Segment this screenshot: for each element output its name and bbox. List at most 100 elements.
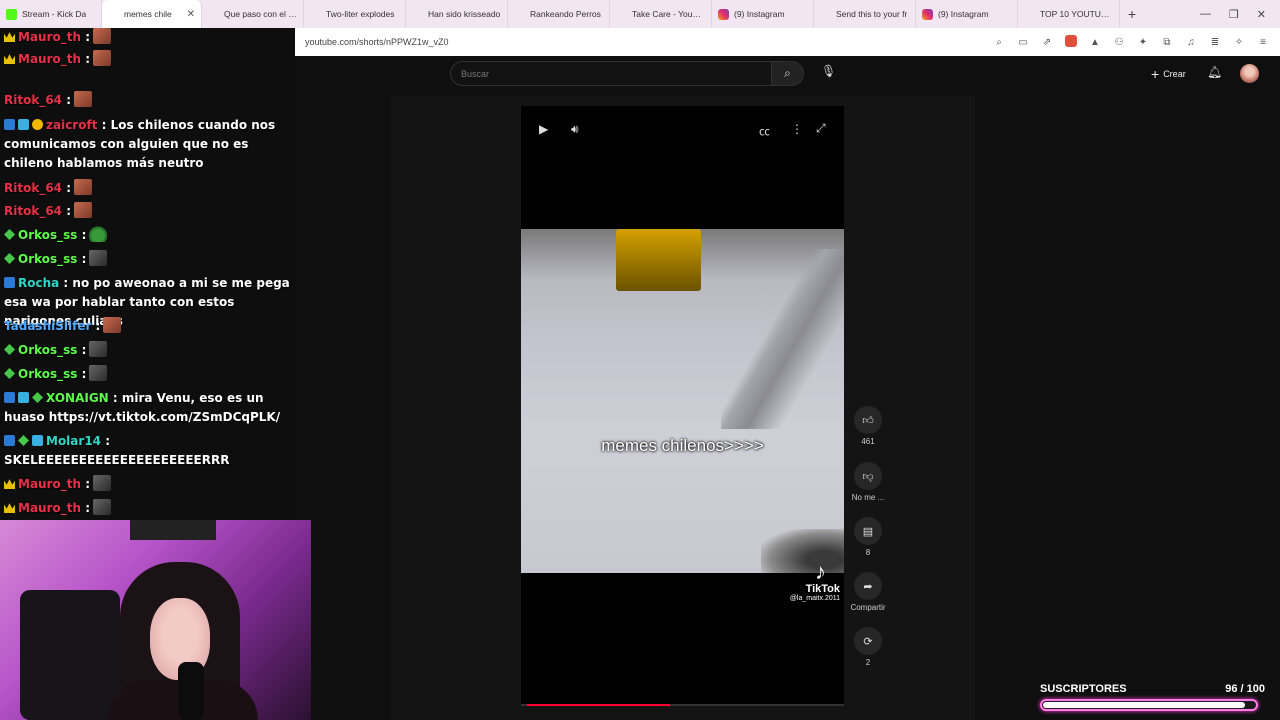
extensions-icon[interactable]: ✦ xyxy=(1136,37,1150,48)
emote-icon xyxy=(89,341,108,357)
notifications-bell-icon[interactable]: 🔔︎ xyxy=(1207,65,1222,79)
browser-tab[interactable]: Que paso con el PE xyxy=(202,0,304,28)
youtube-header: Buscar ⌕ 🎙︎ + Crear 🔔︎ xyxy=(295,56,1280,96)
like-button[interactable]: 👍︎ 461 xyxy=(848,406,888,446)
like-count: 461 xyxy=(861,437,875,446)
search-input[interactable]: Buscar xyxy=(450,61,772,86)
chat-message: Orkos_ss : xyxy=(4,341,292,360)
maximize-icon[interactable]: ❐ xyxy=(1229,8,1239,21)
chat-message: Mauro_th : xyxy=(4,50,292,69)
crown-badge-icon xyxy=(4,54,15,64)
goal-fill xyxy=(1043,702,1245,708)
browser-tab[interactable]: (9) Instagram xyxy=(916,0,1018,28)
browser-tab-active[interactable]: memes chile ✕ xyxy=(102,0,202,28)
emote-icon xyxy=(74,179,92,195)
emote-icon xyxy=(89,365,108,381)
search-button[interactable]: ⌕ xyxy=(771,61,804,86)
chat-username[interactable]: Orkos_ss xyxy=(18,367,77,381)
diamond-badge-icon xyxy=(4,344,15,355)
browser-tab[interactable]: Two-liter explodes xyxy=(304,0,406,28)
browser-tab[interactable]: Send this to your fr xyxy=(814,0,916,28)
share-page-icon[interactable]: ⇗ xyxy=(1040,37,1054,48)
close-window-icon[interactable]: ✕ xyxy=(1257,8,1266,21)
chat-text: : Los chilenos cuando nos comunicamos co… xyxy=(4,118,276,170)
browser-tab[interactable]: TOP 10 YOUTUBERS xyxy=(1018,0,1120,28)
tab-label: TOP 10 YOUTUBERS xyxy=(1040,9,1113,19)
share-icon: ➦ xyxy=(854,572,882,600)
remix-count: 2 xyxy=(865,658,871,667)
chat-username[interactable]: Ritok_64 xyxy=(4,181,62,195)
profile-switch-icon[interactable]: ⚇ xyxy=(1112,37,1126,48)
chat-username[interactable]: Ritok_64 xyxy=(4,93,62,107)
plus-icon: + xyxy=(1151,66,1160,82)
alert-extension-icon[interactable]: ▲ xyxy=(1088,37,1102,48)
dislike-button[interactable]: 👎︎ No me ... xyxy=(848,462,888,502)
chat-username[interactable]: Orkos_ss xyxy=(18,228,77,242)
url-field[interactable]: youtube.com/shorts/nPPWZ1w_vZ0 xyxy=(305,37,449,47)
screenshot-icon[interactable]: ⧉ xyxy=(1160,37,1174,48)
tab-label: Stream - Kick Da xyxy=(22,9,87,19)
shield-extension-icon[interactable] xyxy=(1064,34,1078,50)
remix-button[interactable]: ⟳ 2 xyxy=(848,627,888,667)
gaming-chair xyxy=(20,590,120,720)
avatar[interactable] xyxy=(1240,64,1259,83)
like-icon: 👍︎ xyxy=(854,406,882,434)
comments-button[interactable]: ▤ 8 xyxy=(848,517,888,557)
create-button[interactable]: + Crear xyxy=(1151,66,1186,82)
diamond-badge-icon xyxy=(4,229,15,240)
media-icon[interactable]: ♫ xyxy=(1184,37,1198,48)
goal-count: 96 / 100 xyxy=(1225,683,1265,695)
chat-message: Mauro_th : xyxy=(4,499,292,518)
emote-icon xyxy=(93,50,112,66)
fullscreen-icon[interactable]: ⤢ xyxy=(816,121,826,136)
chat-message: Mauro_th : xyxy=(4,28,292,47)
browser-tab[interactable]: Rankeando Perros xyxy=(508,0,610,28)
close-tab-icon[interactable]: ✕ xyxy=(183,9,195,20)
tab-label: Rankeando Perros xyxy=(530,9,601,19)
chat-username[interactable]: Orkos_ss xyxy=(18,343,77,357)
chat-text: : xyxy=(81,477,91,491)
chat-username[interactable]: Mauro_th xyxy=(18,501,81,515)
chat-message: zaicroft : Los chilenos cuando nos comun… xyxy=(4,116,292,173)
tab-label: Take Care - YouTub xyxy=(632,9,705,19)
cast-icon[interactable]: ▭ xyxy=(1016,37,1030,48)
chat-username[interactable]: Rocha xyxy=(18,276,59,290)
tiktok-handle: @la_maitx.2011 xyxy=(789,595,840,602)
emote-icon xyxy=(93,499,112,515)
stream-chat-overlay: Mauro_th : Mauro_th : Ritok_64 : zaicroft :… xyxy=(0,28,295,522)
search-icon: ⌕ xyxy=(784,66,791,80)
chat-username[interactable]: XONAIGN xyxy=(46,391,109,405)
chat-message: Ritok_64 : xyxy=(4,91,292,110)
crown-badge-icon xyxy=(4,503,15,513)
browser-tab[interactable]: (9) Instagram xyxy=(712,0,814,28)
browser-tab[interactable]: Han sido krisseado xyxy=(406,0,508,28)
chat-username[interactable]: Mauro_th xyxy=(18,52,81,66)
road-edge xyxy=(721,249,844,429)
chat-username[interactable]: Mauro_th xyxy=(18,30,81,44)
zoom-icon[interactable]: ⌕ xyxy=(992,37,1006,48)
chat-username[interactable]: zaicroft xyxy=(46,118,97,132)
more-options-icon[interactable]: ⋮ xyxy=(791,122,803,136)
new-tab-button[interactable]: + xyxy=(1120,6,1144,22)
reading-list-icon[interactable]: ≣ xyxy=(1208,37,1222,48)
chat-username[interactable]: Orkos_ss xyxy=(18,252,77,266)
chat-username[interactable]: Ritok_64 xyxy=(4,204,62,218)
crown-badge-icon xyxy=(4,32,15,42)
play-icon[interactable]: ▶ xyxy=(539,122,548,136)
shorts-player[interactable]: ▶ 🔊︎ ㏄ ⋮ ⤢ memes chilenos>>>> ♪ TikTok @… xyxy=(521,106,844,706)
chat-username[interactable]: Mauro_th xyxy=(18,477,81,491)
minimize-icon[interactable]: — xyxy=(1200,8,1211,21)
menu-icon[interactable]: ≡ xyxy=(1256,37,1270,48)
browser-tab-kick[interactable]: Stream - Kick Da xyxy=(0,0,102,28)
share-button[interactable]: ➦ Compartir xyxy=(848,572,888,612)
voice-search-icon[interactable]: 🎙︎ xyxy=(821,64,836,78)
yellow-bus xyxy=(616,229,701,291)
browser-tab[interactable]: Take Care - YouTub xyxy=(610,0,712,28)
chat-username[interactable]: TadashiSlifer xyxy=(4,319,91,333)
chat-username[interactable]: Molar14 xyxy=(46,434,101,448)
tab-label: (9) Instagram xyxy=(734,9,785,19)
copilot-icon[interactable]: ✧ xyxy=(1232,37,1246,48)
address-bar-icons: ⌕ ▭ ⇗ ▲ ⚇ ✦ ⧉ ♫ ≣ ✧ ≡ xyxy=(992,34,1280,50)
volume-icon[interactable]: 🔊︎ xyxy=(571,122,579,137)
captions-icon[interactable]: ㏄ xyxy=(759,123,770,139)
